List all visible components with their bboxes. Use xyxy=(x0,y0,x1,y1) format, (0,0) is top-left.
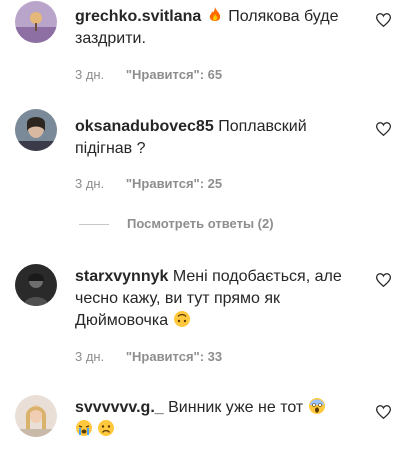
like-heart-icon[interactable] xyxy=(375,273,392,288)
comment-meta: 3 дн. "Нравится": 25 xyxy=(75,176,222,191)
comment-likes[interactable]: "Нравится": 65 xyxy=(126,67,222,82)
avatar[interactable] xyxy=(15,395,57,437)
like-heart-icon[interactable] xyxy=(375,405,392,420)
like-heart-icon[interactable] xyxy=(375,122,392,137)
comment-meta: 3 дн. "Нравится": 65 xyxy=(75,67,222,82)
like-heart-icon[interactable] xyxy=(375,13,392,28)
sad-face-icon xyxy=(97,419,115,437)
view-replies-label[interactable]: Посмотреть ответы (2) xyxy=(127,216,274,231)
comment-username[interactable]: svvvvvv.g._ xyxy=(75,399,164,416)
comment-time[interactable]: 3 дн. xyxy=(75,67,104,82)
comment-item: oksanadubovec85 Поплавский підігнав ? 3 … xyxy=(0,100,402,200)
comment-text: grechko.svitlana Полякова буде заздрити. xyxy=(75,6,365,50)
comment-text: oksanadubovec85 Поплавский підігнав ? xyxy=(75,116,365,160)
comment-likes[interactable]: "Нравится": 25 xyxy=(126,176,222,191)
comment-item: grechko.svitlana Полякова буде заздрити.… xyxy=(0,0,402,88)
upside-down-face-icon xyxy=(173,310,191,328)
avatar[interactable] xyxy=(15,109,57,151)
comment-item: starxvynnyk Мені подобається, але чесно … xyxy=(0,255,402,375)
comment-username[interactable]: oksanadubovec85 xyxy=(75,118,214,135)
crying-face-icon xyxy=(75,419,93,437)
avatar[interactable] xyxy=(15,1,57,43)
comment-item: svvvvvv.g._ Винник уже не тот xyxy=(0,390,402,455)
comment-time[interactable]: 3 дн. xyxy=(75,176,104,191)
screaming-face-icon xyxy=(308,397,326,415)
replies-divider xyxy=(79,224,109,226)
comment-meta: 3 дн. "Нравится": 33 xyxy=(75,349,222,364)
avatar[interactable] xyxy=(15,264,57,306)
comment-time[interactable]: 3 дн. xyxy=(75,349,104,364)
comment-username[interactable]: starxvynnyk xyxy=(75,268,168,285)
comment-body: Винник уже не тот xyxy=(168,399,304,416)
comment-text: svvvvvv.g._ Винник уже не тот xyxy=(75,397,365,441)
comment-username[interactable]: grechko.svitlana xyxy=(75,8,201,25)
comment-text: starxvynnyk Мені подобається, але чесно … xyxy=(75,266,365,332)
view-replies-button[interactable]: Посмотреть ответы (2) xyxy=(79,216,274,234)
comment-likes[interactable]: "Нравится": 33 xyxy=(126,349,222,364)
fire-icon xyxy=(206,6,224,24)
